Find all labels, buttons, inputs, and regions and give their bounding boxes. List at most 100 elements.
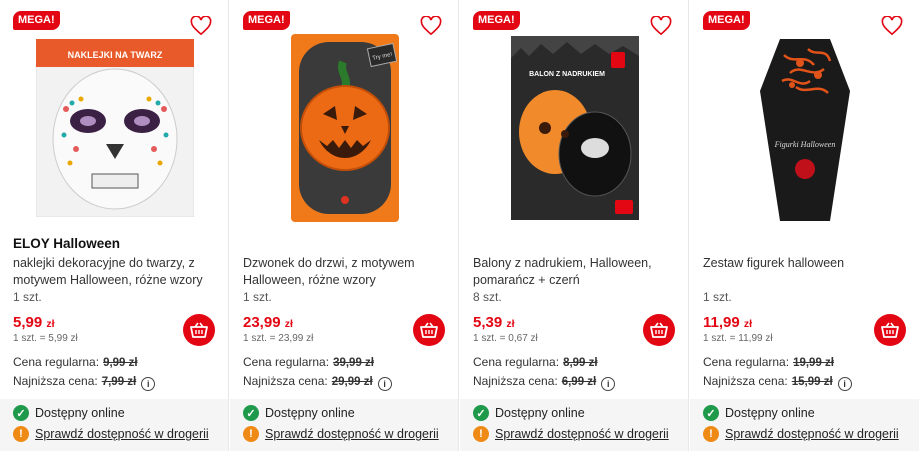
- product-quantity: 1 szt.: [703, 290, 732, 304]
- exclamation-circle-icon: !: [243, 426, 259, 442]
- product-name[interactable]: Dzwonek do drzwi, z motywem Halloween, r…: [243, 255, 443, 289]
- product-image[interactable]: Figurki Halloween: [720, 32, 890, 224]
- price-currency: zł: [506, 318, 515, 330]
- add-to-cart-button[interactable]: [874, 314, 906, 346]
- product-name[interactable]: Zestaw figurek halloween: [703, 255, 903, 272]
- unit-price: 1 szt. = 5,99 zł: [13, 333, 78, 344]
- regular-price-row: Cena regularna: 9,99 zł: [13, 355, 138, 369]
- regular-price-value: 39,99 zł: [333, 357, 374, 369]
- check-store-link[interactable]: Sprawdź dostępność w drogerii: [265, 427, 439, 441]
- lowest-price-label: Najniższa cena:: [13, 374, 98, 388]
- check-store-link[interactable]: Sprawdź dostępność w drogerii: [35, 427, 209, 441]
- check-store-row: ! Sprawdź dostępność w drogerii: [473, 426, 669, 442]
- regular-price-label: Cena regularna:: [703, 355, 790, 369]
- availability-panel: ✓ Dostępny online ! Sprawdź dostępność w d…: [460, 399, 688, 451]
- regular-price-label: Cena regularna:: [13, 355, 100, 369]
- product-card[interactable]: MEGA! Try me! Dzwonek do drzwi, z motywe…: [230, 0, 459, 451]
- price-currency: zł: [284, 318, 293, 330]
- mega-badge: MEGA!: [13, 11, 60, 30]
- price-currency: zł: [46, 318, 55, 330]
- product-grid: MEGA! NAKLEJKI NA TWARZ ELOY Halloween n…: [0, 0, 920, 451]
- product-name[interactable]: naklejki dekoracyjne do twarzy, z motywe…: [13, 255, 213, 289]
- image-text: Figurki Halloween: [774, 140, 836, 149]
- check-store-link[interactable]: Sprawdź dostępność w drogerii: [495, 427, 669, 441]
- regular-price-value: 9,99 zł: [103, 357, 138, 369]
- availability-panel: ✓ Dostępny online ! Sprawdź dostępność w d…: [0, 399, 228, 451]
- lowest-price-value: 15,99 zł: [791, 376, 833, 388]
- unit-price: 1 szt. = 11,99 zł: [703, 333, 773, 344]
- exclamation-circle-icon: !: [13, 426, 29, 442]
- price-value: 11,99: [703, 314, 740, 331]
- availability-panel: ✓ Dostępny online ! Sprawdź dostępność w d…: [690, 399, 919, 451]
- available-online-row: ✓ Dostępny online: [473, 405, 585, 421]
- lowest-price-label: Najniższa cena:: [703, 374, 788, 388]
- available-online-label: Dostępny online: [725, 406, 815, 420]
- regular-price-value: 19,99 zł: [793, 357, 834, 369]
- exclamation-circle-icon: !: [703, 426, 719, 442]
- price-currency: zł: [743, 318, 753, 330]
- check-store-row: ! Sprawdź dostępność w drogerii: [13, 426, 209, 442]
- product-price: 11,99 zł: [703, 314, 752, 331]
- available-online-label: Dostępny online: [495, 406, 585, 420]
- product-card[interactable]: MEGA! Figurki Halloween Zestaw figurek h…: [690, 0, 919, 451]
- product-image[interactable]: NAKLEJKI NA TWARZ: [30, 32, 200, 224]
- product-image[interactable]: BALON Z NADRUKIEM: [490, 32, 660, 224]
- mega-badge: MEGA!: [243, 11, 290, 30]
- basket-icon: [420, 322, 438, 338]
- available-online-row: ✓ Dostępny online: [243, 405, 355, 421]
- lowest-price-label: Najniższa cena:: [243, 374, 328, 388]
- regular-price-value: 8,99 zł: [563, 357, 598, 369]
- product-name[interactable]: Balony z nadrukiem, Halloween, pomarańcz…: [473, 255, 673, 289]
- unit-price: 1 szt. = 23,99 zł: [243, 333, 314, 344]
- regular-price-label: Cena regularna:: [243, 355, 330, 369]
- info-circle-icon[interactable]: i: [837, 377, 852, 391]
- lowest-price-value: 6,99 zł: [561, 376, 597, 388]
- price-value: 23,99: [243, 314, 281, 331]
- regular-price-row: Cena regularna: 19,99 zł: [703, 355, 834, 369]
- available-online-row: ✓ Dostępny online: [13, 405, 125, 421]
- product-price: 5,99 zł: [13, 314, 55, 331]
- info-circle-icon[interactable]: i: [377, 377, 392, 391]
- lowest-price-row: Najniższa cena: 7,99 zł i: [13, 374, 156, 391]
- lowest-price-row: Najniższa cena: 29,99 zł i: [243, 374, 392, 391]
- regular-price-label: Cena regularna:: [473, 355, 560, 369]
- image-text: BALON Z NADRUKIEM: [529, 71, 605, 78]
- basket-icon: [881, 322, 899, 338]
- lowest-price-label: Najniższa cena:: [473, 374, 558, 388]
- basket-icon: [190, 322, 208, 338]
- info-circle-icon[interactable]: i: [141, 377, 156, 391]
- price-value: 5,39: [473, 314, 503, 331]
- product-price: 5,39 zł: [473, 314, 515, 331]
- product-quantity: 1 szt.: [13, 290, 42, 304]
- product-price: 23,99 zł: [243, 314, 293, 331]
- regular-price-row: Cena regularna: 8,99 zł: [473, 355, 598, 369]
- info-circle-icon[interactable]: i: [601, 377, 616, 391]
- product-quantity: 1 szt.: [243, 290, 272, 304]
- available-online-row: ✓ Dostępny online: [703, 405, 815, 421]
- unit-price: 1 szt. = 0,67 zł: [473, 333, 538, 344]
- price-value: 5,99: [13, 314, 43, 331]
- available-online-label: Dostępny online: [35, 406, 125, 420]
- mega-badge: MEGA!: [473, 11, 520, 30]
- add-to-cart-button[interactable]: [183, 314, 215, 346]
- lowest-price-row: Najniższa cena: 15,99 zł i: [703, 374, 852, 391]
- mega-badge: MEGA!: [703, 11, 750, 30]
- exclamation-circle-icon: !: [473, 426, 489, 442]
- basket-icon: [650, 322, 668, 338]
- add-to-cart-button[interactable]: [643, 314, 675, 346]
- image-text: NAKLEJKI NA TWARZ: [68, 50, 163, 60]
- available-online-label: Dostępny online: [265, 406, 355, 420]
- check-store-link[interactable]: Sprawdź dostępność w drogerii: [725, 427, 899, 441]
- product-quantity: 8 szt.: [473, 290, 502, 304]
- product-brand[interactable]: ELOY Halloween: [13, 236, 120, 251]
- check-store-row: ! Sprawdź dostępność w drogerii: [703, 426, 899, 442]
- lowest-price-value: 29,99 zł: [331, 376, 373, 388]
- product-card[interactable]: MEGA! NAKLEJKI NA TWARZ ELOY Halloween n…: [0, 0, 229, 451]
- regular-price-row: Cena regularna: 39,99 zł: [243, 355, 374, 369]
- add-to-cart-button[interactable]: [413, 314, 445, 346]
- lowest-price-value: 7,99 zł: [101, 376, 137, 388]
- product-image[interactable]: Try me!: [260, 32, 430, 224]
- check-circle-icon: ✓: [13, 405, 29, 421]
- check-circle-icon: ✓: [243, 405, 259, 421]
- product-card[interactable]: MEGA! BALON Z NADRUKIEM Balony z nadruki…: [460, 0, 689, 451]
